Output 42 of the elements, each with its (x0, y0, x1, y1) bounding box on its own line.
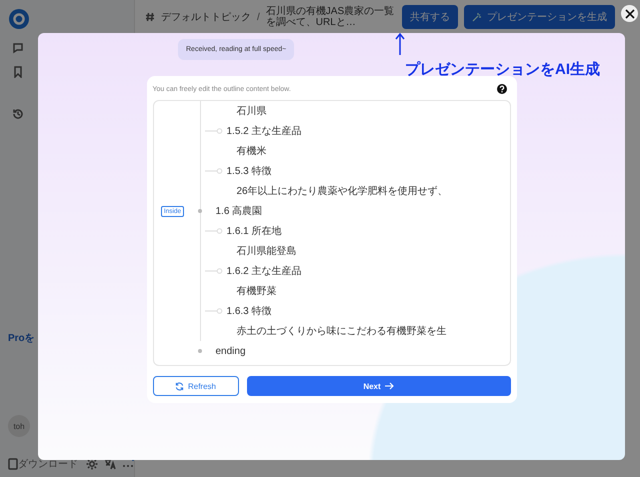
outline-heading[interactable]: 1.6.3 特徴 (226, 304, 272, 318)
branch-connector (204, 128, 222, 134)
arrow-right-icon (384, 382, 394, 390)
help-icon (496, 84, 506, 94)
outline-heading[interactable]: 1.6.1 所在地 (226, 224, 282, 238)
branch-connector (204, 168, 222, 174)
next-button[interactable]: Next (246, 376, 510, 396)
node-dot (198, 349, 202, 353)
outline-text[interactable]: 石川県能登島 (236, 244, 296, 258)
outline-heading[interactable]: 1.6.2 主な生産品 (226, 264, 302, 278)
outline-heading[interactable]: ending (216, 346, 246, 356)
outline-heading[interactable]: 1.5.2 主な生産品 (226, 124, 302, 138)
branch-connector (204, 228, 222, 234)
outline-heading[interactable]: 1.6 高農園 (216, 204, 262, 218)
outline-text[interactable]: 有機米 (236, 144, 266, 158)
refresh-icon (174, 382, 184, 390)
translate-icon (104, 458, 116, 470)
phone-icon (8, 458, 18, 470)
outline-text[interactable]: 有機野菜 (236, 284, 276, 298)
node-dot (198, 209, 202, 213)
chat-icon (12, 42, 24, 54)
breadcrumb-separator: / (257, 12, 260, 22)
outline-heading[interactable]: 1.5.3 特徴 (226, 164, 272, 178)
history-icon (12, 108, 24, 120)
branch-connector (204, 308, 222, 314)
logo-icon (8, 8, 30, 30)
hash-icon (145, 12, 155, 22)
outline-text[interactable]: 石川県 (236, 104, 266, 118)
outline-text[interactable]: 26年以上にわたり農薬や化学肥料を使用せず、 (236, 184, 448, 198)
page-title: 石川県の有機JAS農家の一覧を調べて、URLと… (266, 6, 396, 28)
branch-connector (204, 268, 222, 274)
wand-icon (472, 12, 482, 22)
refresh-button[interactable]: Refresh (152, 376, 238, 396)
breadcrumb-link[interactable]: デフォルトトピック (161, 10, 251, 24)
close-icon (624, 8, 634, 18)
more-icon (122, 458, 134, 470)
up-arrow-icon (395, 33, 405, 55)
annotation-label: プレゼンテーションをAI生成 (405, 60, 600, 79)
bookmark-icon (12, 66, 24, 78)
sun-icon (86, 458, 98, 470)
promo-title: Proを (8, 332, 35, 345)
outline-text[interactable]: 赤土の土づくりから味にこだわる有機野菜を生 (236, 324, 446, 338)
